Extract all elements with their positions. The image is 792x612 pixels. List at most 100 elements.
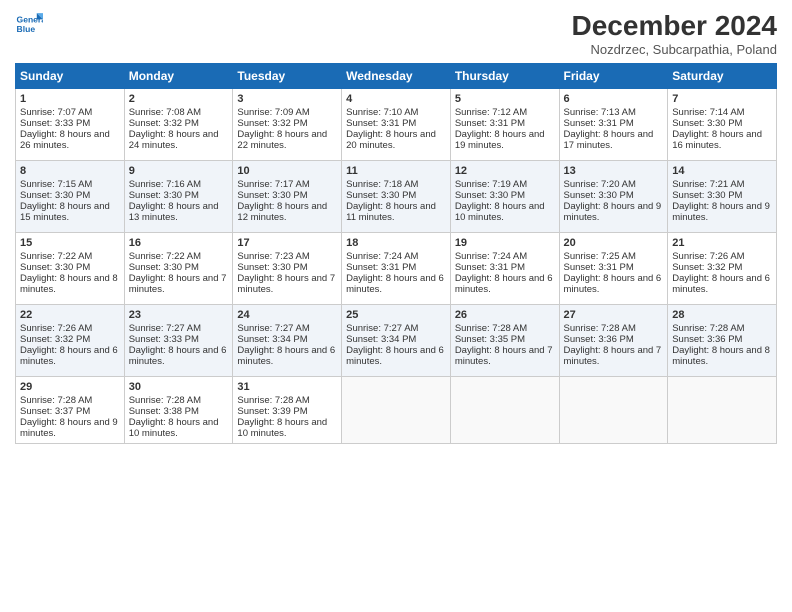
sunset-text: Sunset: 3:34 PM (237, 334, 337, 345)
day-number: 17 (237, 237, 337, 249)
sunrise-text: Sunrise: 7:26 AM (672, 251, 772, 262)
sunrise-text: Sunrise: 7:26 AM (20, 323, 120, 334)
col-header-wednesday: Wednesday (342, 64, 451, 89)
sunrise-text: Sunrise: 7:08 AM (129, 107, 229, 118)
sunset-text: Sunset: 3:31 PM (346, 262, 446, 273)
daylight-text: Daylight: 8 hours and 9 minutes. (672, 201, 772, 223)
sunrise-text: Sunrise: 7:28 AM (129, 395, 229, 406)
sunrise-text: Sunrise: 7:10 AM (346, 107, 446, 118)
day-number: 29 (20, 381, 120, 393)
calendar-cell: 28Sunrise: 7:28 AMSunset: 3:36 PMDayligh… (668, 305, 777, 377)
col-header-tuesday: Tuesday (233, 64, 342, 89)
main-title: December 2024 (572, 10, 777, 42)
daylight-text: Daylight: 8 hours and 10 minutes. (237, 417, 337, 439)
day-number: 24 (237, 309, 337, 321)
calendar-cell: 29Sunrise: 7:28 AMSunset: 3:37 PMDayligh… (16, 377, 125, 444)
calendar-cell: 24Sunrise: 7:27 AMSunset: 3:34 PMDayligh… (233, 305, 342, 377)
day-number: 2 (129, 93, 229, 105)
sunset-text: Sunset: 3:30 PM (672, 118, 772, 129)
calendar-cell: 22Sunrise: 7:26 AMSunset: 3:32 PMDayligh… (16, 305, 125, 377)
calendar-cell: 3Sunrise: 7:09 AMSunset: 3:32 PMDaylight… (233, 89, 342, 161)
calendar-table: SundayMondayTuesdayWednesdayThursdayFrid… (15, 63, 777, 444)
day-number: 19 (455, 237, 555, 249)
sunset-text: Sunset: 3:32 PM (672, 262, 772, 273)
day-number: 13 (564, 165, 664, 177)
calendar-cell (668, 377, 777, 444)
daylight-text: Daylight: 8 hours and 26 minutes. (20, 129, 120, 151)
calendar-cell: 18Sunrise: 7:24 AMSunset: 3:31 PMDayligh… (342, 233, 451, 305)
daylight-text: Daylight: 8 hours and 7 minutes. (455, 345, 555, 367)
sunrise-text: Sunrise: 7:22 AM (129, 251, 229, 262)
sunrise-text: Sunrise: 7:20 AM (564, 179, 664, 190)
day-number: 5 (455, 93, 555, 105)
daylight-text: Daylight: 8 hours and 11 minutes. (346, 201, 446, 223)
calendar-cell: 11Sunrise: 7:18 AMSunset: 3:30 PMDayligh… (342, 161, 451, 233)
sunrise-text: Sunrise: 7:25 AM (564, 251, 664, 262)
sunset-text: Sunset: 3:31 PM (346, 118, 446, 129)
title-area: December 2024 Nozdrzec, Subcarpathia, Po… (572, 10, 777, 57)
day-number: 22 (20, 309, 120, 321)
day-number: 1 (20, 93, 120, 105)
daylight-text: Daylight: 8 hours and 9 minutes. (564, 201, 664, 223)
sunset-text: Sunset: 3:32 PM (20, 334, 120, 345)
sunset-text: Sunset: 3:30 PM (237, 190, 337, 201)
sunrise-text: Sunrise: 7:07 AM (20, 107, 120, 118)
calendar-cell: 25Sunrise: 7:27 AMSunset: 3:34 PMDayligh… (342, 305, 451, 377)
calendar-cell: 23Sunrise: 7:27 AMSunset: 3:33 PMDayligh… (124, 305, 233, 377)
calendar-cell: 31Sunrise: 7:28 AMSunset: 3:39 PMDayligh… (233, 377, 342, 444)
daylight-text: Daylight: 8 hours and 6 minutes. (672, 273, 772, 295)
calendar-cell (559, 377, 668, 444)
logo: General Blue (15, 10, 43, 38)
svg-text:Blue: Blue (17, 24, 36, 34)
col-header-sunday: Sunday (16, 64, 125, 89)
daylight-text: Daylight: 8 hours and 6 minutes. (346, 273, 446, 295)
sunrise-text: Sunrise: 7:21 AM (672, 179, 772, 190)
sunrise-text: Sunrise: 7:19 AM (455, 179, 555, 190)
daylight-text: Daylight: 8 hours and 15 minutes. (20, 201, 120, 223)
calendar-cell: 12Sunrise: 7:19 AMSunset: 3:30 PMDayligh… (450, 161, 559, 233)
day-number: 12 (455, 165, 555, 177)
sunset-text: Sunset: 3:30 PM (672, 190, 772, 201)
day-number: 21 (672, 237, 772, 249)
day-number: 25 (346, 309, 446, 321)
sunset-text: Sunset: 3:31 PM (455, 262, 555, 273)
header: General Blue December 2024 Nozdrzec, Sub… (15, 10, 777, 57)
sunrise-text: Sunrise: 7:28 AM (672, 323, 772, 334)
day-number: 10 (237, 165, 337, 177)
col-header-monday: Monday (124, 64, 233, 89)
day-number: 28 (672, 309, 772, 321)
sunrise-text: Sunrise: 7:28 AM (564, 323, 664, 334)
logo-icon: General Blue (15, 10, 43, 38)
daylight-text: Daylight: 8 hours and 6 minutes. (237, 345, 337, 367)
calendar-cell: 7Sunrise: 7:14 AMSunset: 3:30 PMDaylight… (668, 89, 777, 161)
calendar-cell: 19Sunrise: 7:24 AMSunset: 3:31 PMDayligh… (450, 233, 559, 305)
calendar-cell: 8Sunrise: 7:15 AMSunset: 3:30 PMDaylight… (16, 161, 125, 233)
sunrise-text: Sunrise: 7:27 AM (129, 323, 229, 334)
calendar-cell: 26Sunrise: 7:28 AMSunset: 3:35 PMDayligh… (450, 305, 559, 377)
daylight-text: Daylight: 8 hours and 7 minutes. (129, 273, 229, 295)
col-header-thursday: Thursday (450, 64, 559, 89)
calendar-header-row: SundayMondayTuesdayWednesdayThursdayFrid… (16, 64, 777, 89)
daylight-text: Daylight: 8 hours and 6 minutes. (129, 345, 229, 367)
day-number: 15 (20, 237, 120, 249)
day-number: 6 (564, 93, 664, 105)
calendar-cell: 21 Sunrise: 7:26 AMSunset: 3:32 PMDayligh… (668, 233, 777, 305)
day-number: 20 (564, 237, 664, 249)
sunrise-text: Sunrise: 7:24 AM (346, 251, 446, 262)
week-row-1: 1Sunrise: 7:07 AMSunset: 3:33 PMDaylight… (16, 89, 777, 161)
daylight-text: Daylight: 8 hours and 17 minutes. (564, 129, 664, 151)
sunset-text: Sunset: 3:30 PM (20, 262, 120, 273)
day-number: 11 (346, 165, 446, 177)
sunset-text: Sunset: 3:30 PM (346, 190, 446, 201)
col-header-friday: Friday (559, 64, 668, 89)
daylight-text: Daylight: 8 hours and 10 minutes. (129, 417, 229, 439)
day-number: 26 (455, 309, 555, 321)
sunset-text: Sunset: 3:33 PM (20, 118, 120, 129)
sunset-text: Sunset: 3:36 PM (672, 334, 772, 345)
daylight-text: Daylight: 8 hours and 6 minutes. (346, 345, 446, 367)
day-number: 27 (564, 309, 664, 321)
sunrise-text: Sunrise: 7:28 AM (20, 395, 120, 406)
week-row-5: 29Sunrise: 7:28 AMSunset: 3:37 PMDayligh… (16, 377, 777, 444)
calendar-cell: 27Sunrise: 7:28 AMSunset: 3:36 PMDayligh… (559, 305, 668, 377)
sunset-text: Sunset: 3:30 PM (455, 190, 555, 201)
